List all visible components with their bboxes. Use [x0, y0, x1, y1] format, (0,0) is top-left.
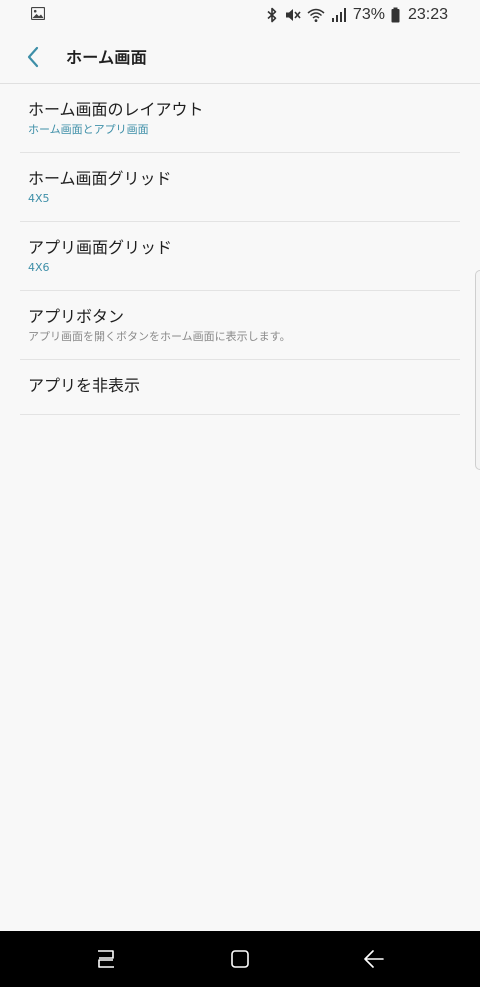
- home-icon: [231, 950, 249, 968]
- battery-icon: [391, 7, 400, 23]
- recents-icon: [98, 950, 114, 968]
- gallery-icon: [31, 7, 45, 20]
- item-title: ホーム画面グリッド: [28, 169, 172, 188]
- item-title: アプリボタン: [28, 307, 125, 326]
- app-bar: ホーム画面: [0, 30, 480, 84]
- list-item-hide-apps[interactable]: アプリを非表示: [20, 360, 460, 415]
- wifi-icon: [307, 8, 325, 22]
- status-icons: 73% 23:23: [266, 4, 448, 26]
- battery-percent: 73%: [352, 6, 385, 23]
- back-button[interactable]: [18, 42, 48, 72]
- item-title: アプリ画面グリッド: [28, 238, 173, 257]
- item-subtitle: アプリ画面を開くボタンをホーム画面に表示します。: [28, 330, 291, 343]
- home-button[interactable]: [225, 945, 255, 973]
- list-item-home-screen-layout[interactable]: ホーム画面のレイアウト ホーム画面とアプリ画面: [20, 84, 460, 153]
- back-icon: [364, 950, 384, 968]
- edge-panel-handle[interactable]: [475, 270, 480, 470]
- list-item-home-screen-grid[interactable]: ホーム画面グリッド 4X5: [20, 153, 460, 222]
- bluetooth-icon: [267, 7, 277, 23]
- navigation-bar: [0, 931, 480, 987]
- signal-icon: [331, 8, 346, 22]
- item-subtitle: 4X5: [28, 192, 50, 205]
- back-nav-button[interactable]: [359, 945, 389, 973]
- settings-list: ホーム画面のレイアウト ホーム画面とアプリ画面 ホーム画面グリッド 4X5 アプ…: [20, 84, 460, 415]
- item-subtitle: 4X6: [28, 261, 50, 274]
- page-title: ホーム画面: [66, 48, 148, 67]
- status-bar: 73% 23:23: [0, 0, 480, 30]
- mute-icon: [285, 9, 301, 21]
- list-item-apps-screen-grid[interactable]: アプリ画面グリッド 4X6: [20, 222, 460, 291]
- item-title: アプリを非表示: [28, 376, 141, 395]
- item-subtitle: ホーム画面とアプリ画面: [28, 123, 149, 136]
- clock: 23:23: [407, 6, 448, 23]
- list-item-apps-button[interactable]: アプリボタン アプリ画面を開くボタンをホーム画面に表示します。: [20, 291, 460, 360]
- back-arrow-icon: [27, 46, 39, 68]
- recents-button[interactable]: [91, 945, 121, 973]
- item-title: ホーム画面のレイアウト: [28, 100, 204, 119]
